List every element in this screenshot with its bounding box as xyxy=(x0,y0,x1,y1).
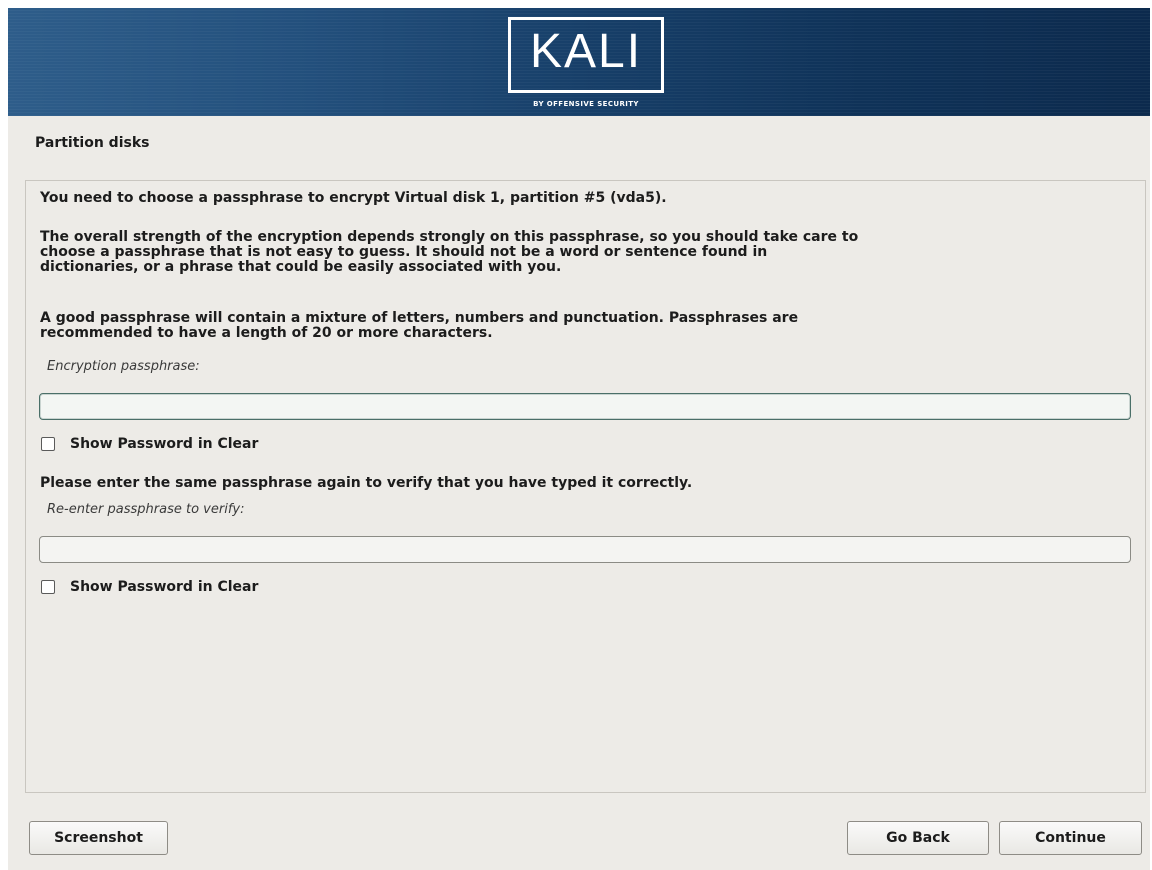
verify-passphrase-input[interactable] xyxy=(39,536,1131,563)
checkbox-box[interactable] xyxy=(41,580,55,594)
advice-text: A good passphrase will contain a mixture… xyxy=(40,311,1140,341)
kali-banner: KALI BY OFFENSIVE SECURITY xyxy=(8,8,1150,116)
checkbox-label: Show Password in Clear xyxy=(70,579,259,595)
checkbox-box[interactable] xyxy=(41,437,55,451)
intro-text: You need to choose a passphrase to encry… xyxy=(40,190,667,206)
advice-line: recommended to have a length of 20 or mo… xyxy=(40,325,493,341)
verify-prompt: Please enter the same passphrase again t… xyxy=(40,475,693,491)
screenshot-button[interactable]: Screenshot xyxy=(29,821,168,855)
content-panel: You need to choose a passphrase to encry… xyxy=(25,180,1146,793)
kali-logo: KALI BY OFFENSIVE SECURITY xyxy=(508,17,664,113)
go-back-button[interactable]: Go Back xyxy=(847,821,989,855)
passphrase-label: Encryption passphrase: xyxy=(47,359,200,374)
show-passphrase-checkbox[interactable]: Show Password in Clear xyxy=(41,435,258,453)
passphrase-input[interactable] xyxy=(39,393,1131,420)
logo-text: KALI xyxy=(529,25,643,78)
strength-line: The overall strength of the encryption d… xyxy=(40,229,859,245)
strength-line: choose a passphrase that is not easy to … xyxy=(40,244,768,260)
verify-label: Re-enter passphrase to verify: xyxy=(47,502,245,517)
checkbox-label: Show Password in Clear xyxy=(70,436,259,452)
continue-button[interactable]: Continue xyxy=(999,821,1142,855)
installer-window: KALI BY OFFENSIVE SECURITY Partition dis… xyxy=(8,8,1150,870)
show-verify-checkbox[interactable]: Show Password in Clear xyxy=(41,578,258,596)
page-title: Partition disks xyxy=(35,135,150,151)
strength-line: dictionaries, or a phrase that could be … xyxy=(40,259,562,275)
advice-line: A good passphrase will contain a mixture… xyxy=(40,310,799,326)
logo-subtitle: BY OFFENSIVE SECURITY xyxy=(533,100,639,108)
strength-text: The overall strength of the encryption d… xyxy=(40,230,1140,275)
